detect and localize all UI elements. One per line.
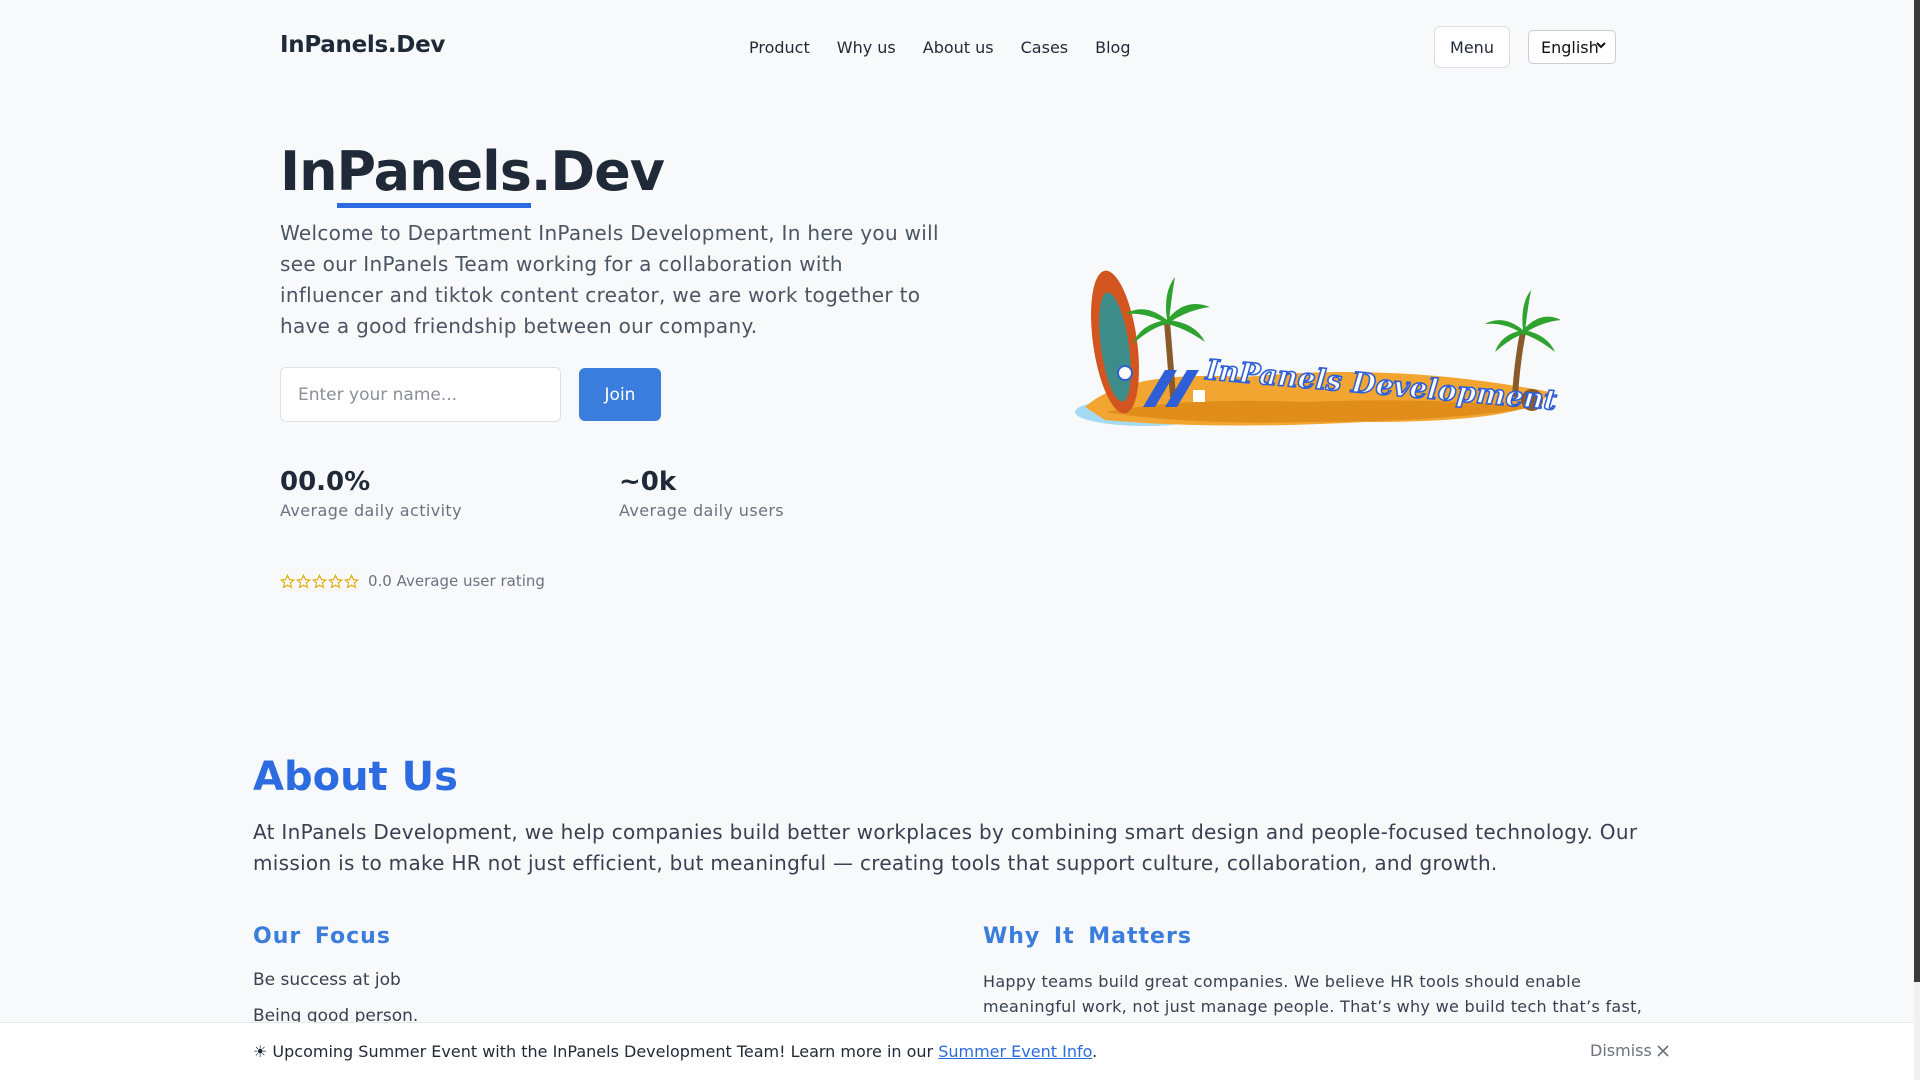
language-select-value: English — [1541, 37, 1599, 57]
dismiss-label: Dismiss — [1590, 1041, 1652, 1060]
stat-label: Average daily activity — [280, 501, 462, 520]
nav-link-blog[interactable]: Blog — [1095, 38, 1130, 57]
hero-title-underlined: Panels — [336, 140, 532, 208]
nav-link-about-us[interactable]: About us — [923, 38, 994, 57]
event-banner: ☀ Upcoming Summer Event with the InPanel… — [0, 1022, 1918, 1080]
top-nav: InPanels.Dev Product Why us About us Cas… — [280, 26, 1635, 68]
star-icon — [328, 573, 343, 589]
star-icon — [280, 573, 295, 589]
hero-logo-illustration: InPanels Development — [1075, 270, 1560, 426]
menu-button[interactable]: Menu — [1434, 26, 1510, 68]
join-button[interactable]: Join — [579, 368, 661, 421]
stat-daily-activity: 00.0% Average daily activity — [280, 467, 462, 520]
user-rating: 0.0 Average user rating — [280, 572, 545, 590]
nav-link-product[interactable]: Product — [749, 38, 810, 57]
hero-description: Welcome to Department InPanels Developme… — [280, 221, 939, 338]
nav-link-cases[interactable]: Cases — [1021, 38, 1069, 57]
banner-period: . — [1092, 1042, 1098, 1061]
close-icon — [1657, 1044, 1669, 1057]
stat-value: 00.0% — [280, 467, 371, 497]
summer-event-link[interactable]: Summer Event Info — [938, 1042, 1092, 1061]
star-icon — [312, 573, 327, 589]
rating-text: 0.0 Average user rating — [368, 572, 545, 590]
star-icon — [344, 573, 359, 589]
dismiss-button[interactable]: Dismiss — [1590, 1041, 1670, 1060]
star-icon — [296, 573, 311, 589]
banner-message: ☀ Upcoming Summer Event with the InPanel… — [253, 1042, 939, 1061]
about-description: At InPanels Development, we help compani… — [253, 820, 1638, 875]
focus-item: Be success at job — [253, 970, 401, 990]
stat-label: Average daily users — [619, 501, 785, 520]
name-input[interactable] — [280, 367, 561, 422]
hero-title-part3: .Dev — [530, 140, 665, 203]
nav-link-why-us[interactable]: Why us — [837, 38, 896, 57]
page: InPanels.Dev Product Why us About us Cas… — [0, 0, 1920, 1080]
chevron-down-icon — [1596, 42, 1606, 49]
stat-daily-users: ~0k Average daily users — [619, 467, 784, 520]
why-title: Why It Matters — [983, 924, 1192, 949]
nav-links: Product Why us About us Cases Blog — [749, 38, 1131, 57]
scrollbar-thumb[interactable] — [1914, 0, 1920, 982]
banner-text: ☀ Upcoming Summer Event with the InPanel… — [253, 1042, 1097, 1061]
focus-title: Our Focus — [253, 924, 391, 949]
scrollbar[interactable] — [1914, 0, 1920, 1080]
brand-logo[interactable]: InPanels.Dev — [280, 32, 445, 58]
stat-value: ~0k — [619, 467, 677, 497]
hero-title-part1: In — [280, 140, 338, 203]
hero-title: InPanels.Dev — [280, 140, 665, 208]
language-select[interactable]: English — [1528, 30, 1616, 64]
rating-stars — [280, 573, 359, 589]
about-title: About Us — [253, 754, 458, 800]
